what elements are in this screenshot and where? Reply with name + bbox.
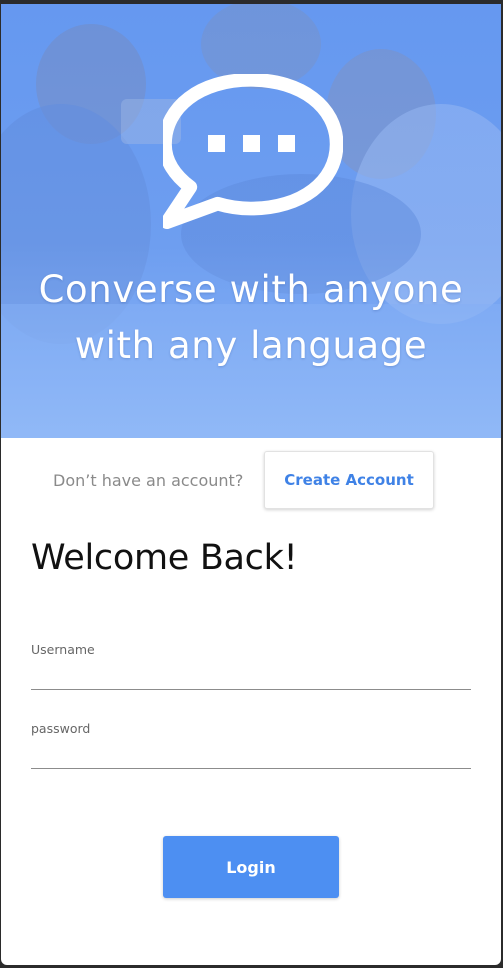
signup-prompt: Don’t have an account? bbox=[53, 471, 244, 490]
hero-title-line-1: Converse with anyone bbox=[38, 268, 464, 311]
hero-banner: Converse with anyone with any language bbox=[1, 4, 501, 438]
app-window: Converse with anyone with any language D… bbox=[1, 4, 501, 965]
welcome-heading: Welcome Back! bbox=[31, 538, 298, 578]
speech-bubble-icon bbox=[163, 74, 343, 230]
password-label: password bbox=[31, 721, 91, 736]
username-label: Username bbox=[31, 642, 95, 657]
hero-title-line-2: with any language bbox=[74, 324, 428, 367]
username-field-group: Username bbox=[31, 642, 471, 690]
username-input[interactable] bbox=[31, 663, 471, 690]
create-account-button[interactable]: Create Account bbox=[264, 451, 434, 509]
hero-title: Converse with anyone with any language bbox=[1, 262, 501, 374]
password-field-group: password bbox=[31, 721, 471, 769]
signup-row: Don’t have an account? Create Account bbox=[1, 451, 501, 511]
password-input[interactable] bbox=[31, 742, 471, 769]
login-button[interactable]: Login bbox=[163, 836, 339, 898]
